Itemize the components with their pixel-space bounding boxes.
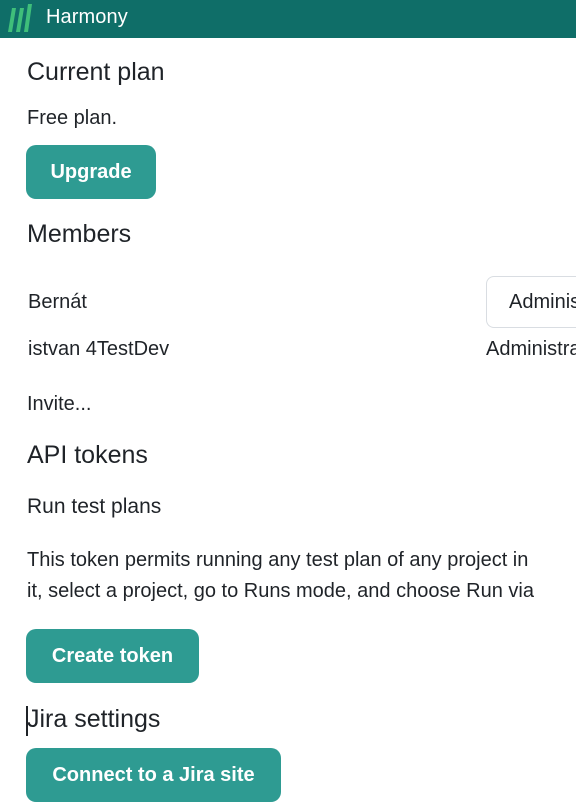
- members-heading: Members: [27, 220, 132, 248]
- member-name: istvan 4TestDev: [28, 338, 170, 360]
- create-token-button[interactable]: Create token: [26, 629, 199, 683]
- api-tokens-heading: API tokens: [27, 441, 148, 469]
- member-role-select[interactable]: Administrator: [486, 276, 576, 328]
- token-description-line-1: This token permits running any test plan…: [27, 549, 529, 571]
- plan-description: Free plan.: [27, 107, 118, 129]
- member-role-value: Administrator: [509, 291, 576, 313]
- jira-settings-heading: Jira settings: [27, 705, 161, 733]
- harmony-logo-icon: [8, 4, 32, 32]
- connect-jira-button[interactable]: Connect to a Jira site: [26, 748, 281, 802]
- token-description-line-2: it, select a project, go to Runs mode, a…: [27, 580, 534, 602]
- member-role: Administrator: [486, 338, 576, 360]
- top-bar: Harmony: [0, 0, 576, 38]
- invite-link[interactable]: Invite...: [27, 393, 91, 416]
- app-title: Harmony: [46, 6, 128, 28]
- upgrade-button[interactable]: Upgrade: [26, 145, 156, 199]
- member-name: Bernát: [28, 291, 87, 313]
- run-test-plans-subheading: Run test plans: [27, 495, 162, 518]
- current-plan-heading: Current plan: [27, 58, 165, 86]
